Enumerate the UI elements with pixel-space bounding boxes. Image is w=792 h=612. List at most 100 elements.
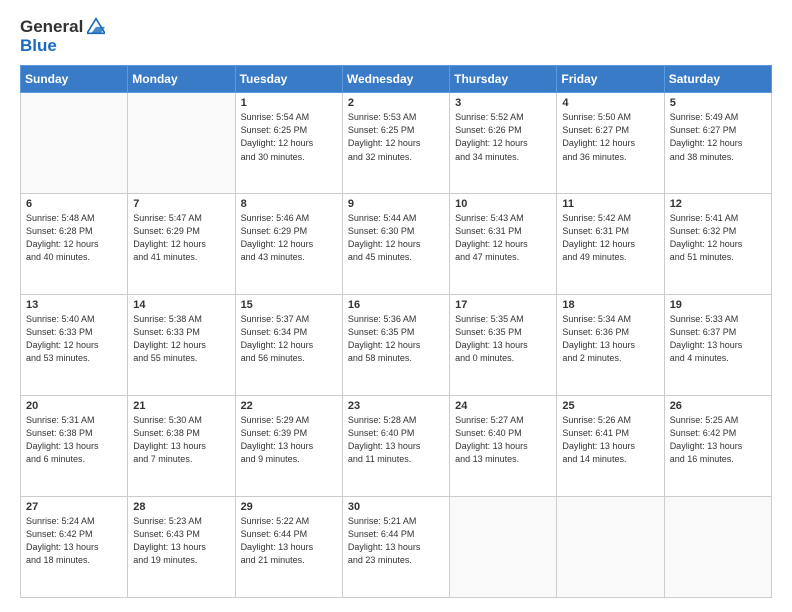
day-number: 21	[133, 400, 229, 412]
weekday-header-sunday: Sunday	[21, 66, 128, 93]
calendar-cell: 2 Sunrise: 5:53 AM Sunset: 6:25 PM Daylig…	[342, 93, 449, 194]
day-number: 15	[241, 299, 337, 311]
calendar-cell: 16 Sunrise: 5:36 AM Sunset: 6:35 PM Dayli…	[342, 295, 449, 396]
weekday-header-tuesday: Tuesday	[235, 66, 342, 93]
calendar-cell: 23 Sunrise: 5:28 AM Sunset: 6:40 PM Dayli…	[342, 396, 449, 497]
day-number: 9	[348, 198, 444, 210]
day-number: 1	[241, 97, 337, 109]
calendar-cell: 14Sunrise: 5:38 AM Sunset: 6:33 PM Dayli…	[128, 295, 235, 396]
day-number: 8	[241, 198, 337, 210]
calendar-cell	[557, 497, 664, 598]
day-number: 2	[348, 97, 444, 109]
week-row-5: 27Sunrise: 5:24 AM Sunset: 6:42 PM Dayli…	[21, 497, 772, 598]
day-info: Sunrise: 5:21 AM Sunset: 6:44 PM Dayligh…	[348, 515, 444, 567]
calendar-cell: 3 Sunrise: 5:52 AM Sunset: 6:26 PM Daylig…	[450, 93, 557, 194]
weekday-header-thursday: Thursday	[450, 66, 557, 93]
week-row-2: 6Sunrise: 5:48 AM Sunset: 6:28 PM Daylig…	[21, 194, 772, 295]
day-number: 10	[455, 198, 551, 210]
day-number: 3	[455, 97, 551, 109]
calendar-cell	[450, 497, 557, 598]
weekday-header-wednesday: Wednesday	[342, 66, 449, 93]
logo-general-text: General	[20, 18, 83, 37]
calendar-cell: 27Sunrise: 5:24 AM Sunset: 6:42 PM Dayli…	[21, 497, 128, 598]
calendar-cell: 28 Sunrise: 5:23 AM Sunset: 6:43 PM Dayli…	[128, 497, 235, 598]
calendar-cell: 18Sunrise: 5:34 AM Sunset: 6:36 PM Dayli…	[557, 295, 664, 396]
calendar-cell: 1Sunrise: 5:54 AM Sunset: 6:25 PM Daylig…	[235, 93, 342, 194]
day-info: Sunrise: 5:22 AM Sunset: 6:44 PM Dayligh…	[241, 515, 337, 567]
weekday-header-friday: Friday	[557, 66, 664, 93]
page: GeneralBlue SundayMondayTuesdayWednesday…	[0, 0, 792, 612]
day-info: Sunrise: 5:46 AM Sunset: 6:29 PM Dayligh…	[241, 212, 337, 264]
day-number: 20	[26, 400, 122, 412]
day-number: 30	[348, 501, 444, 513]
week-row-3: 13 Sunrise: 5:40 AM Sunset: 6:33 PM Dayli…	[21, 295, 772, 396]
calendar-cell: 17 Sunrise: 5:35 AM Sunset: 6:35 PM Dayli…	[450, 295, 557, 396]
day-info: Sunrise: 5:42 AM Sunset: 6:31 PM Dayligh…	[562, 212, 658, 264]
day-info: Sunrise: 5:26 AM Sunset: 6:41 PM Dayligh…	[562, 414, 658, 466]
day-info: Sunrise: 5:33 AM Sunset: 6:37 PM Dayligh…	[670, 313, 766, 365]
calendar-cell: 5 Sunrise: 5:49 AM Sunset: 6:27 PM Daylig…	[664, 93, 771, 194]
calendar-cell	[664, 497, 771, 598]
calendar-cell: 20 Sunrise: 5:31 AM Sunset: 6:38 PM Dayli…	[21, 396, 128, 497]
calendar-cell: 6Sunrise: 5:48 AM Sunset: 6:28 PM Daylig…	[21, 194, 128, 295]
calendar-cell: 8 Sunrise: 5:46 AM Sunset: 6:29 PM Daylig…	[235, 194, 342, 295]
day-info: Sunrise: 5:40 AM Sunset: 6:33 PM Dayligh…	[26, 313, 122, 365]
day-info: Sunrise: 5:41 AM Sunset: 6:32 PM Dayligh…	[670, 212, 766, 264]
calendar-cell: 12 Sunrise: 5:41 AM Sunset: 6:32 PM Dayli…	[664, 194, 771, 295]
calendar-cell: 30 Sunrise: 5:21 AM Sunset: 6:44 PM Dayli…	[342, 497, 449, 598]
day-number: 28	[133, 501, 229, 513]
day-info: Sunrise: 5:28 AM Sunset: 6:40 PM Dayligh…	[348, 414, 444, 466]
header: GeneralBlue	[20, 18, 772, 55]
day-number: 17	[455, 299, 551, 311]
logo-bird-icon	[87, 17, 105, 35]
day-info: Sunrise: 5:52 AM Sunset: 6:26 PM Dayligh…	[455, 111, 551, 163]
day-number: 19	[670, 299, 766, 311]
day-number: 5	[670, 97, 766, 109]
calendar-cell: 13 Sunrise: 5:40 AM Sunset: 6:33 PM Dayli…	[21, 295, 128, 396]
calendar-cell: 4 Sunrise: 5:50 AM Sunset: 6:27 PM Daylig…	[557, 93, 664, 194]
day-info: Sunrise: 5:53 AM Sunset: 6:25 PM Dayligh…	[348, 111, 444, 163]
calendar-cell: 22 Sunrise: 5:29 AM Sunset: 6:39 PM Dayli…	[235, 396, 342, 497]
day-number: 4	[562, 97, 658, 109]
day-number: 7	[133, 198, 229, 210]
weekday-header-monday: Monday	[128, 66, 235, 93]
calendar-cell: 24 Sunrise: 5:27 AM Sunset: 6:40 PM Dayli…	[450, 396, 557, 497]
day-number: 24	[455, 400, 551, 412]
day-info: Sunrise: 5:36 AM Sunset: 6:35 PM Dayligh…	[348, 313, 444, 365]
day-info: Sunrise: 5:29 AM Sunset: 6:39 PM Dayligh…	[241, 414, 337, 466]
logo: GeneralBlue	[20, 18, 105, 55]
day-number: 11	[562, 198, 658, 210]
day-info: Sunrise: 5:48 AM Sunset: 6:28 PM Dayligh…	[26, 212, 122, 264]
day-info: Sunrise: 5:24 AM Sunset: 6:42 PM Dayligh…	[26, 515, 122, 567]
day-info: Sunrise: 5:30 AM Sunset: 6:38 PM Dayligh…	[133, 414, 229, 466]
day-info: Sunrise: 5:34 AM Sunset: 6:36 PM Dayligh…	[562, 313, 658, 365]
day-number: 22	[241, 400, 337, 412]
calendar-cell: 7Sunrise: 5:47 AM Sunset: 6:29 PM Daylig…	[128, 194, 235, 295]
calendar-cell: 25 Sunrise: 5:26 AM Sunset: 6:41 PM Dayli…	[557, 396, 664, 497]
day-number: 12	[670, 198, 766, 210]
day-number: 26	[670, 400, 766, 412]
calendar-cell: 15 Sunrise: 5:37 AM Sunset: 6:34 PM Dayli…	[235, 295, 342, 396]
day-info: Sunrise: 5:35 AM Sunset: 6:35 PM Dayligh…	[455, 313, 551, 365]
week-row-1: 1Sunrise: 5:54 AM Sunset: 6:25 PM Daylig…	[21, 93, 772, 194]
day-number: 25	[562, 400, 658, 412]
day-info: Sunrise: 5:31 AM Sunset: 6:38 PM Dayligh…	[26, 414, 122, 466]
logo-blue-text: Blue	[20, 37, 105, 56]
calendar-cell: 19 Sunrise: 5:33 AM Sunset: 6:37 PM Dayli…	[664, 295, 771, 396]
day-info: Sunrise: 5:27 AM Sunset: 6:40 PM Dayligh…	[455, 414, 551, 466]
day-info: Sunrise: 5:38 AM Sunset: 6:33 PM Dayligh…	[133, 313, 229, 365]
day-number: 16	[348, 299, 444, 311]
day-info: Sunrise: 5:37 AM Sunset: 6:34 PM Dayligh…	[241, 313, 337, 365]
day-number: 13	[26, 299, 122, 311]
day-info: Sunrise: 5:44 AM Sunset: 6:30 PM Dayligh…	[348, 212, 444, 264]
weekday-header-saturday: Saturday	[664, 66, 771, 93]
day-info: Sunrise: 5:49 AM Sunset: 6:27 PM Dayligh…	[670, 111, 766, 163]
day-info: Sunrise: 5:50 AM Sunset: 6:27 PM Dayligh…	[562, 111, 658, 163]
day-info: Sunrise: 5:25 AM Sunset: 6:42 PM Dayligh…	[670, 414, 766, 466]
calendar-cell: 11 Sunrise: 5:42 AM Sunset: 6:31 PM Dayli…	[557, 194, 664, 295]
week-row-4: 20 Sunrise: 5:31 AM Sunset: 6:38 PM Dayli…	[21, 396, 772, 497]
calendar-cell: 21 Sunrise: 5:30 AM Sunset: 6:38 PM Dayli…	[128, 396, 235, 497]
day-info: Sunrise: 5:43 AM Sunset: 6:31 PM Dayligh…	[455, 212, 551, 264]
day-number: 23	[348, 400, 444, 412]
day-info: Sunrise: 5:23 AM Sunset: 6:43 PM Dayligh…	[133, 515, 229, 567]
